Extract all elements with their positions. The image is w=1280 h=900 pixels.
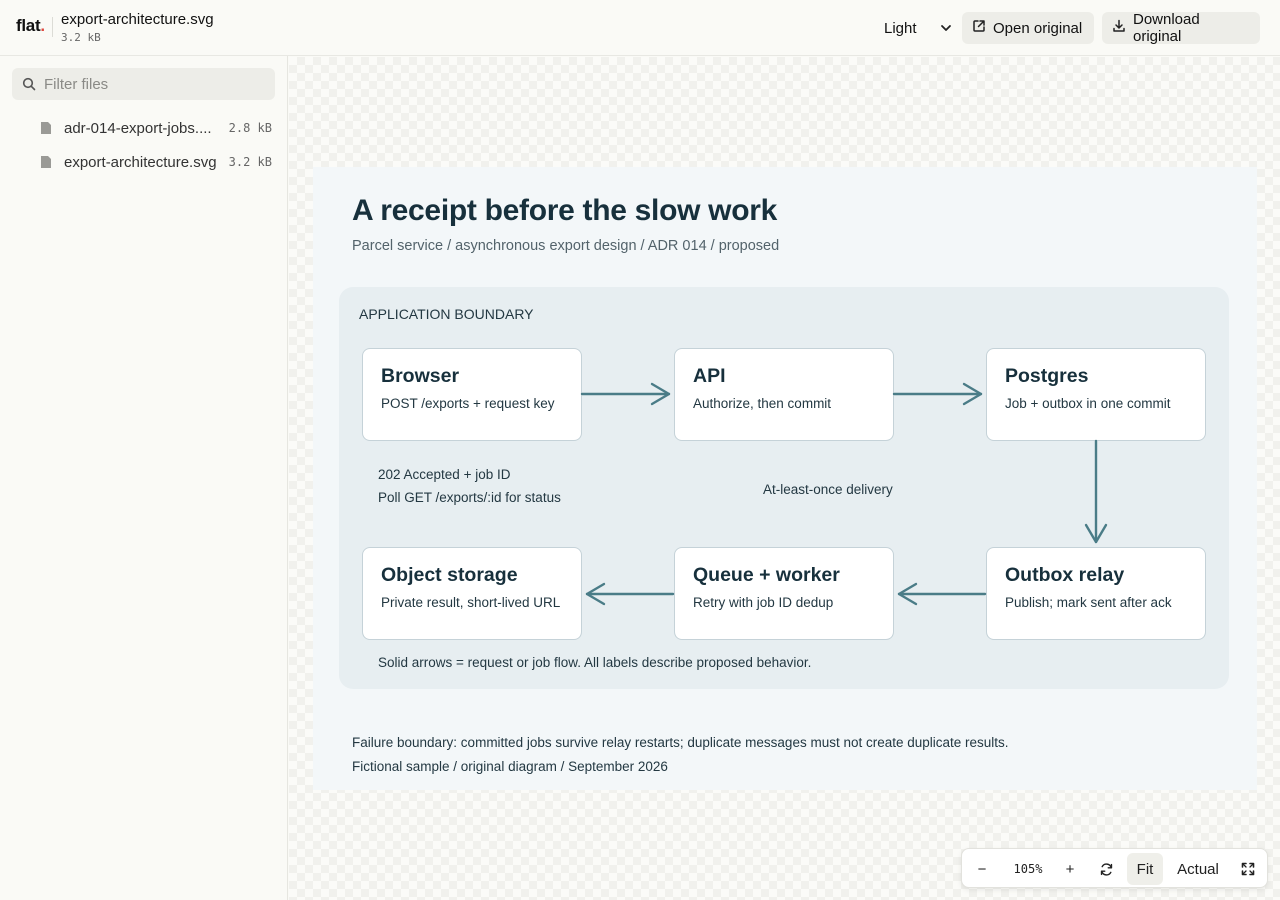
file-size-label: 3.2 kB bbox=[228, 155, 272, 169]
node-description: Job + outbox in one commit bbox=[1005, 396, 1171, 411]
label-accepted: 202 Accepted + job ID bbox=[378, 467, 511, 482]
header-divider bbox=[52, 17, 53, 37]
file-icon bbox=[41, 122, 51, 134]
node-title: Postgres bbox=[1005, 365, 1089, 387]
file-title: export-architecture.svg bbox=[61, 11, 214, 28]
external-link-icon bbox=[972, 19, 986, 37]
file-size-label: 2.8 kB bbox=[228, 121, 272, 135]
actual-size-button[interactable]: Actual bbox=[1170, 853, 1226, 885]
fullscreen-icon bbox=[1241, 862, 1255, 876]
refresh-icon bbox=[1100, 862, 1112, 876]
zoom-in-button[interactable]: + bbox=[1054, 853, 1086, 885]
node-browser: Browser POST /exports + request key bbox=[362, 348, 582, 441]
node-queue-worker: Queue + worker Retry with job ID dedup bbox=[674, 547, 894, 640]
file-list-item[interactable]: adr-014-export-jobs.... 2.8 kB bbox=[40, 114, 275, 142]
open-original-button[interactable]: Open original bbox=[962, 12, 1094, 44]
node-title: API bbox=[693, 365, 726, 387]
node-description: POST /exports + request key bbox=[381, 396, 555, 411]
diagram-subtitle: Parcel service / asynchronous export des… bbox=[352, 238, 780, 254]
node-postgres: Postgres Job + outbox in one commit bbox=[986, 348, 1206, 441]
node-title: Object storage bbox=[381, 564, 518, 586]
file-size: 3.2 kB bbox=[61, 31, 101, 44]
node-object-storage: Object storage Private result, short-liv… bbox=[362, 547, 582, 640]
node-outbox-relay: Outbox relay Publish; mark sent after ac… bbox=[986, 547, 1206, 640]
boundary-label: APPLICATION BOUNDARY bbox=[359, 306, 534, 322]
fit-button[interactable]: Fit bbox=[1127, 853, 1163, 885]
search-icon bbox=[22, 77, 36, 96]
node-title: Queue + worker bbox=[693, 564, 840, 586]
file-list-item[interactable]: export-architecture.svg 3.2 kB bbox=[40, 148, 275, 176]
node-api: API Authorize, then commit bbox=[674, 348, 894, 441]
file-name: export-architecture.svg bbox=[64, 153, 216, 171]
app-logo[interactable]: flat. bbox=[16, 16, 45, 36]
node-description: Retry with job ID dedup bbox=[693, 595, 834, 610]
file-sidebar: adr-014-export-jobs.... 2.8 kB export-ar… bbox=[0, 56, 288, 900]
label-poll: Poll GET /exports/:id for status bbox=[378, 490, 561, 505]
download-original-button[interactable]: Download original bbox=[1102, 11, 1260, 45]
reset-zoom-button[interactable] bbox=[1090, 853, 1122, 885]
filter-box bbox=[12, 68, 275, 100]
footer-note: Fictional sample / original diagram / Se… bbox=[352, 759, 668, 774]
open-original-label: Open original bbox=[993, 19, 1083, 37]
app-header: flat. export-architecture.svg 3.2 kB Lig… bbox=[0, 0, 1280, 56]
node-title: Browser bbox=[381, 365, 460, 387]
chevron-down-icon bbox=[940, 21, 952, 38]
download-icon bbox=[1112, 19, 1126, 37]
theme-select[interactable]: Light bbox=[876, 12, 956, 44]
diagram-title: A receipt before the slow work bbox=[352, 194, 777, 227]
file-icon bbox=[41, 156, 51, 168]
label-delivery: At-least-once delivery bbox=[763, 482, 893, 497]
node-description: Publish; mark sent after ack bbox=[1005, 595, 1172, 610]
zoom-toolbar: − 105% + Fit Actual bbox=[961, 848, 1268, 888]
zoom-level: 105% bbox=[1013, 862, 1043, 876]
node-description: Authorize, then commit bbox=[693, 396, 832, 411]
theme-value: Light bbox=[884, 20, 917, 37]
filter-input[interactable] bbox=[44, 68, 269, 100]
fullscreen-button[interactable] bbox=[1232, 853, 1264, 885]
node-description: Private result, short-lived URL bbox=[381, 595, 561, 610]
file-name: adr-014-export-jobs.... bbox=[64, 119, 212, 137]
download-original-label: Download original bbox=[1133, 11, 1200, 45]
node-title: Outbox relay bbox=[1005, 564, 1125, 586]
zoom-out-button[interactable]: − bbox=[966, 853, 998, 885]
diagram-legend: Solid arrows = request or job flow. All … bbox=[378, 655, 812, 670]
footer-failure-boundary: Failure boundary: committed jobs survive… bbox=[352, 735, 1009, 750]
